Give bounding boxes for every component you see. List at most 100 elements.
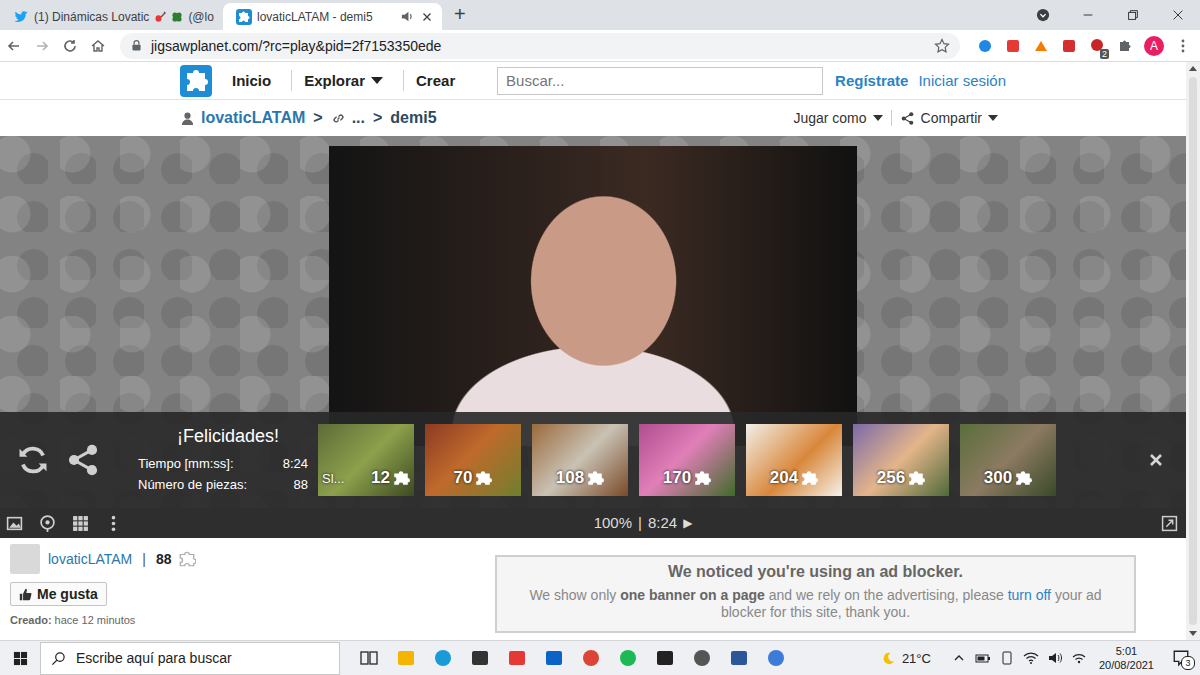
puzzle-thumbnail[interactable]: 108 [532,424,628,496]
close-icon[interactable] [1148,452,1164,468]
battery-icon[interactable] [973,650,993,666]
taskbar-app[interactable] [535,648,572,668]
more-vertical-icon [1175,38,1191,54]
clock[interactable]: 5:0120/08/2021 [1099,644,1154,672]
register-link[interactable]: Regístrate [835,72,908,89]
page-scrollbar[interactable] [1186,62,1200,640]
tab-close-icon[interactable] [420,10,434,24]
new-tab-button[interactable]: + [442,3,476,30]
minimize-button[interactable] [1065,0,1110,30]
taskbar-app[interactable] [720,648,757,668]
home-button[interactable] [84,32,112,60]
nav-item[interactable]: Crear [403,70,475,91]
profile-avatar[interactable]: A [1144,36,1164,56]
wifi-icon[interactable] [1069,650,1089,666]
forward-button[interactable] [28,32,56,60]
tp-extension-icon [1061,38,1077,54]
close-window-button[interactable] [1155,0,1200,30]
taskbar-app[interactable] [387,648,424,668]
taskbar-search[interactable]: Escribe aquí para buscar [40,642,340,675]
taskbar-app[interactable] [646,648,683,668]
tab-search-button[interactable] [1020,0,1065,30]
image-preview-icon[interactable] [6,515,23,532]
windows-logo-icon [13,651,28,666]
puzzle-thumbnail[interactable]: Sl...12 [318,424,414,496]
zoom-level[interactable]: 100% [594,514,632,532]
chrome-menu-button[interactable] [1170,33,1196,59]
share-icon[interactable] [65,442,101,478]
back-button[interactable] [0,32,28,60]
url-field[interactable]: jigsawplanet.com/?rc=play&pid=2f7153350e… [120,33,960,59]
puzzle-thumbnail[interactable]: 204 [746,424,842,496]
turn-off-link[interactable]: turn off [1008,587,1051,603]
like-button[interactable]: Me gusta [10,582,107,606]
author-link[interactable]: lovaticLATAM [48,551,132,567]
minimize-icon [1081,8,1095,22]
scroll-up-icon[interactable] [1189,66,1197,71]
taskbar-app[interactable] [609,648,646,668]
extension-badge: 2 [1100,49,1109,59]
login-link[interactable]: Iniciar sesión [918,72,1006,89]
breadcrumb-ellipsis[interactable]: ... [352,109,365,127]
breadcrumb-action[interactable]: Jugar como [785,110,890,126]
lock-icon[interactable] [130,39,143,52]
taskbar-app[interactable] [757,648,794,668]
search-input[interactable]: Buscar... [497,67,823,95]
extensions-button[interactable] [1112,33,1138,59]
taskbar-app[interactable] [498,648,535,668]
puzzle-thumbnail[interactable]: 300 [960,424,1056,496]
play-button[interactable]: ▶ [683,514,692,532]
puzzle-thumbnail[interactable]: 256 [853,424,949,496]
breadcrumb-bar: lovaticLATAM>...>demi5 Jugar como Compar… [0,100,1186,136]
browser-tab[interactable]: lovaticLATAM - demi5 [223,3,442,30]
clock-time: 5:01 [1116,644,1137,658]
puzzle-thumbnail[interactable]: 170 [639,424,735,496]
arrange-pieces-icon[interactable] [72,515,89,532]
puzzle-thumbnail[interactable]: 70 [425,424,521,496]
result-title: ¡Felicidades! [138,426,308,447]
extension-button[interactable] [972,33,998,59]
jigsawplanet-logo-icon[interactable] [180,65,212,97]
scroll-thumb[interactable] [1189,77,1197,625]
more-options-icon[interactable] [105,515,122,532]
bookmark-star-icon[interactable] [934,38,950,54]
taskbar-app[interactable] [424,648,461,668]
background-color-icon[interactable] [39,515,56,532]
taskbar-app[interactable] [461,648,498,668]
result-summary: ¡Felicidades!Tiempo [mm:ss]:8:24Número d… [120,426,308,495]
volume-icon[interactable] [1045,650,1065,666]
author-avatar[interactable] [10,544,40,574]
store-icon [470,648,490,668]
nav-item[interactable]: Explorar [291,70,403,91]
edge-icon [433,648,453,668]
reload-button[interactable] [56,32,84,60]
network-icon[interactable] [1021,650,1041,666]
scroll-down-icon[interactable] [1189,631,1197,636]
taskbar-app[interactable] [572,648,609,668]
extension-button[interactable] [1028,33,1054,59]
puzzle-canvas[interactable]: ¡Felicidades!Tiempo [mm:ss]:8:24Número d… [0,136,1186,508]
twitter-icon [13,9,29,25]
nav-item[interactable]: Inicio [220,70,291,91]
weather-widget[interactable]: 21°C [881,651,931,666]
extension-button[interactable] [1000,33,1026,59]
restart-icon[interactable] [15,442,51,478]
extension-button[interactable]: 2 [1084,33,1110,59]
taskbar-app[interactable] [683,648,720,668]
device-icon[interactable] [997,650,1017,666]
caret-down-icon [873,115,883,121]
word-icon [729,648,749,668]
puzzle-photo [329,146,857,446]
notification-center-button[interactable]: 3 [1166,649,1196,667]
breadcrumb-user[interactable]: lovaticLATAM [201,109,305,127]
start-button[interactable] [0,651,40,666]
taskbar-app[interactable] [350,648,387,668]
spotify-icon [618,648,638,668]
breadcrumb-action[interactable]: Compartir [891,110,1006,126]
restore-button[interactable] [1110,0,1155,30]
extension-button[interactable] [1056,33,1082,59]
speaker-icon[interactable] [400,9,415,24]
fullscreen-icon[interactable] [1161,515,1178,532]
browser-tab[interactable]: (1) Dinámicas Lovatic(@lo [0,3,219,30]
chevron-up-icon[interactable] [949,650,969,666]
